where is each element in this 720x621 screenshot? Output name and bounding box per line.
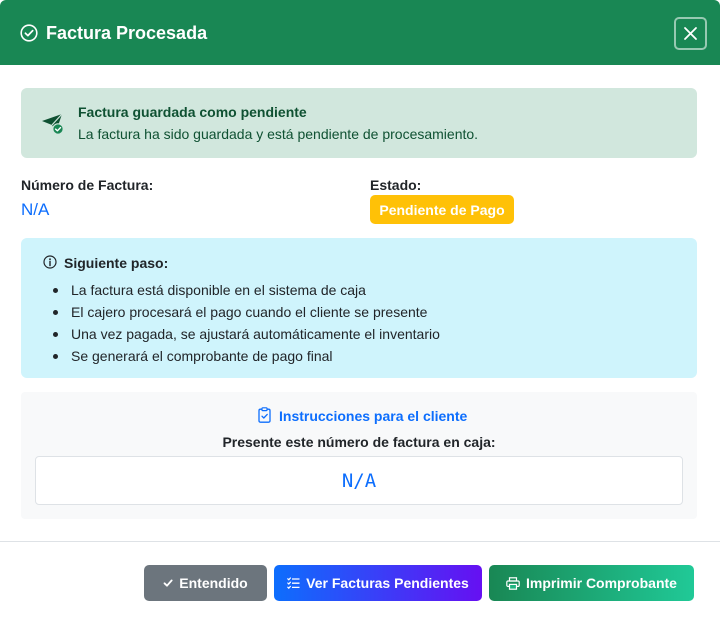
check-circle-icon [20,24,38,42]
invoice-number-value: N/A [21,200,50,219]
next-step-list: La factura está disponible en el sistema… [51,279,440,367]
success-alert-text: La factura ha sido guardada y está pendi… [78,126,479,142]
success-alert: Factura guardada como pendiente La factu… [21,88,697,158]
understood-button[interactable]: Entendido [144,565,267,601]
info-circle-icon [43,255,57,269]
status-badge: Pendiente de Pago [370,195,514,224]
modal-header: Factura Procesada [0,0,720,65]
print-receipt-button[interactable]: Imprimir Comprobante [489,565,694,601]
print-receipt-label: Imprimir Comprobante [526,575,677,591]
clipboard-check-icon [258,407,271,423]
list-item: Se generará el comprobante de pago final [51,345,440,367]
client-instructions-subtitle: Presente este número de factura en caja: [222,434,496,450]
list-item: La factura está disponible en el sistema… [51,279,440,301]
list-item: El cajero procesará el pago cuando el cl… [51,301,440,323]
footer-divider [0,541,720,542]
invoice-number-label: Número de Factura: [21,177,154,193]
view-pending-invoices-label: Ver Facturas Pendientes [306,575,469,591]
view-pending-invoices-button[interactable]: Ver Facturas Pendientes [274,565,482,601]
check-icon [163,579,173,587]
client-instructions-title: Instrucciones para el cliente [279,408,468,424]
close-button[interactable] [674,17,707,50]
status-label: Estado: [370,177,422,193]
invoice-modal: Factura Procesada Factura guardada como … [0,0,720,621]
next-step-alert: Siguiente paso: La factura está disponib… [21,238,697,378]
success-alert-title: Factura guardada como pendiente [78,104,307,120]
next-step-title: Siguiente paso: [64,255,169,271]
printer-icon [506,576,520,590]
client-invoice-number: N/A [35,456,683,505]
list-item: Una vez pagada, se ajustará automáticame… [51,323,440,345]
modal-title: Factura Procesada [46,23,208,43]
send-check-icon [42,113,64,135]
client-instructions: Instrucciones para el cliente Presente e… [21,392,697,519]
list-check-icon [287,577,300,589]
close-icon [684,27,697,40]
understood-button-label: Entendido [179,575,248,591]
